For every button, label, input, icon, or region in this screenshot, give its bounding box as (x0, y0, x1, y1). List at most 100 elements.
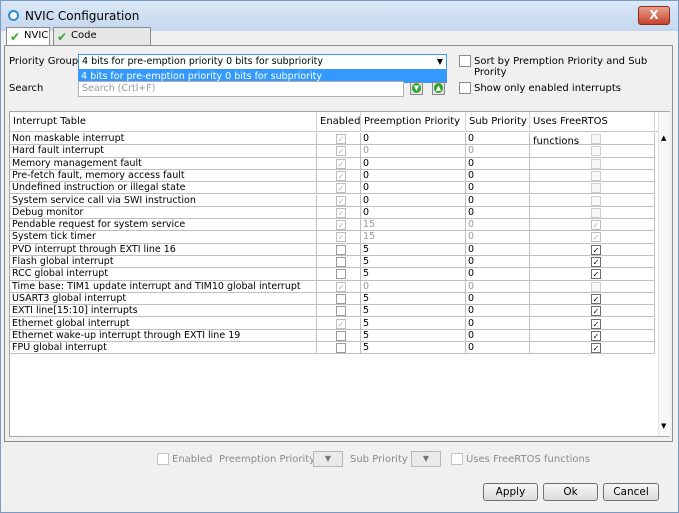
sub-priority-cell[interactable]: 0 (466, 169, 530, 183)
freertos-checkbox[interactable]: ✓ (591, 318, 601, 329)
table-row[interactable]: System tick timer ✓ 15 0 ✓ (10, 231, 658, 244)
table-row[interactable]: Hard fault interrupt ✓ 0 0 (10, 145, 658, 158)
freertos-checkbox[interactable] (591, 183, 601, 194)
vertical-scrollbar[interactable]: ▲ ▼ (658, 112, 670, 436)
search-input[interactable]: Search (Crtl+F) (78, 81, 404, 97)
preemption-priority-cell[interactable]: 0 (361, 194, 466, 207)
preemption-priority-cell[interactable]: 5 (361, 292, 466, 306)
sub-priority-cell[interactable]: 0 (466, 317, 530, 330)
sub-priority-cell[interactable]: 0 (466, 206, 530, 220)
sub-priority-cell[interactable]: 0 (466, 145, 530, 158)
sub-priority-cell[interactable]: 0 (466, 280, 530, 293)
tab-nvic[interactable]: ✔ NVIC (6, 27, 50, 46)
search-next-button[interactable]: ▲ (432, 82, 445, 95)
apply-button[interactable]: Apply (483, 483, 538, 501)
table-row[interactable]: PVD interrupt through EXTI line 16 5 0 ✓ (10, 243, 658, 256)
table-row[interactable]: Ethernet wake-up interrupt through EXTI … (10, 329, 658, 343)
table-row[interactable]: Pendable request for system service ✓ 15 0 ✓ (10, 219, 658, 232)
table-row[interactable]: Non maskable interrupt ✓ 0 0 (10, 133, 658, 146)
freertos-checkbox[interactable]: ✓ (591, 330, 601, 341)
preemption-priority-cell[interactable]: 5 (361, 317, 466, 330)
sub-priority-cell[interactable]: 0 (466, 268, 530, 281)
preemption-priority-cell[interactable]: 5 (361, 256, 466, 269)
sub-priority-cell[interactable]: 0 (466, 182, 530, 195)
enabled-checkbox[interactable] (336, 244, 346, 255)
preemption-priority-cell[interactable]: 15 (361, 219, 466, 232)
sub-priority-cell[interactable]: 0 (466, 305, 530, 318)
preemption-priority-cell[interactable]: 5 (361, 342, 466, 355)
enabled-checkbox[interactable] (336, 306, 346, 317)
table-row[interactable]: USART3 global interrupt 5 0 ✓ (10, 292, 658, 306)
enabled-checkbox[interactable] (336, 257, 346, 267)
search-previous-button[interactable]: ▼ (410, 82, 423, 95)
column-header-interrupt[interactable]: Interrupt Table (10, 112, 317, 132)
dropdown-arrow-icon[interactable]: ▼ (437, 55, 443, 69)
scroll-up-icon[interactable]: ▲ (661, 134, 666, 142)
sub-priority-cell[interactable]: 0 (466, 256, 530, 269)
preemption-priority-cell[interactable]: 15 (361, 231, 466, 244)
freertos-checkbox[interactable]: ✓ (591, 343, 601, 354)
freertos-checkbox[interactable]: ✓ (591, 269, 601, 280)
edit-sub-priority-select[interactable]: ▼ (411, 451, 441, 467)
sub-priority-cell[interactable]: 0 (466, 231, 530, 244)
show-enabled-checkbox[interactable] (459, 82, 471, 94)
column-header-freertos[interactable]: Uses FreeRTOS functions (530, 112, 655, 147)
sub-priority-cell[interactable]: 0 (466, 157, 530, 170)
column-header-sub-priority[interactable]: Sub Priority (466, 112, 530, 132)
edit-preemption-select[interactable]: ▼ (313, 451, 343, 467)
table-row[interactable]: System service call via SWI instruction ✓… (10, 194, 658, 207)
edit-enabled-checkbox[interactable] (157, 453, 169, 465)
tab-code-generation[interactable]: ✔ Code generation (53, 27, 151, 57)
table-row[interactable]: Debug monitor ✓ 0 0 (10, 206, 658, 220)
scroll-down-icon[interactable]: ▼ (661, 422, 666, 430)
preemption-priority-cell[interactable]: 0 (361, 157, 466, 170)
table-row[interactable]: Memory management fault ✓ 0 0 (10, 157, 658, 170)
enabled-checkbox[interactable] (336, 330, 346, 341)
preemption-priority-cell[interactable]: 0 (361, 280, 466, 293)
enabled-checkbox[interactable] (336, 343, 346, 354)
priority-group-select[interactable]: 4 bits for pre-emption priority 0 bits f… (78, 54, 447, 70)
sub-priority-cell[interactable]: 0 (466, 292, 530, 306)
preemption-priority-cell[interactable]: 5 (361, 305, 466, 318)
ok-button[interactable]: Ok (543, 483, 598, 501)
freertos-checkbox[interactable] (591, 207, 601, 218)
sub-priority-cell[interactable]: 0 (466, 133, 530, 146)
enabled-checkbox[interactable] (336, 269, 346, 280)
freertos-checkbox[interactable]: ✓ (591, 306, 601, 317)
column-header-enabled[interactable]: Enabled (317, 112, 361, 132)
table-row[interactable]: FPU global interrupt 5 0 ✓ (10, 342, 658, 355)
edit-freertos-checkbox[interactable] (451, 453, 463, 465)
sort-checkbox[interactable] (459, 55, 471, 67)
close-button[interactable]: X (638, 6, 670, 25)
table-row[interactable]: Undefined instruction or illegal state ✓ 0… (10, 182, 658, 195)
table-row[interactable]: Ethernet global interrupt ✓ 5 0 ✓ (10, 317, 658, 330)
freertos-checkbox[interactable] (591, 134, 601, 144)
freertos-checkbox[interactable] (591, 195, 601, 206)
table-row[interactable]: Time base: TIM1 update interrupt and TIM… (10, 280, 658, 293)
cancel-button[interactable]: Cancel (603, 483, 659, 501)
preemption-priority-cell[interactable]: 5 (361, 329, 466, 343)
preemption-priority-cell[interactable]: 0 (361, 145, 466, 158)
preemption-priority-cell[interactable]: 0 (361, 206, 466, 220)
freertos-checkbox[interactable]: ✓ (591, 257, 601, 267)
preemption-priority-cell[interactable]: 0 (361, 182, 466, 195)
enabled-checkbox[interactable] (336, 293, 346, 304)
sub-priority-cell[interactable]: 0 (466, 329, 530, 343)
preemption-priority-cell[interactable]: 5 (361, 268, 466, 281)
table-row[interactable]: RCC global interrupt 5 0 ✓ (10, 268, 658, 281)
sub-priority-cell[interactable]: 0 (466, 194, 530, 207)
table-row[interactable]: Pre-fetch fault, memory access fault ✓ 0 0 (10, 169, 658, 183)
preemption-priority-cell[interactable]: 0 (361, 133, 466, 146)
sub-priority-cell[interactable]: 0 (466, 243, 530, 256)
sub-priority-cell[interactable]: 0 (466, 219, 530, 232)
freertos-checkbox[interactable]: ✓ (591, 293, 601, 304)
preemption-priority-cell[interactable]: 0 (361, 169, 466, 183)
preemption-priority-cell[interactable]: 5 (361, 243, 466, 256)
freertos-checkbox[interactable] (591, 158, 601, 169)
freertos-checkbox[interactable]: ✓ (591, 244, 601, 255)
column-header-preemption[interactable]: Preemption Priority (361, 112, 466, 132)
table-row[interactable]: Flash global interrupt 5 0 ✓ (10, 256, 658, 269)
freertos-checkbox[interactable] (591, 146, 601, 157)
sub-priority-cell[interactable]: 0 (466, 342, 530, 355)
table-row[interactable]: EXTI line[15:10] interrupts 5 0 ✓ (10, 305, 658, 318)
